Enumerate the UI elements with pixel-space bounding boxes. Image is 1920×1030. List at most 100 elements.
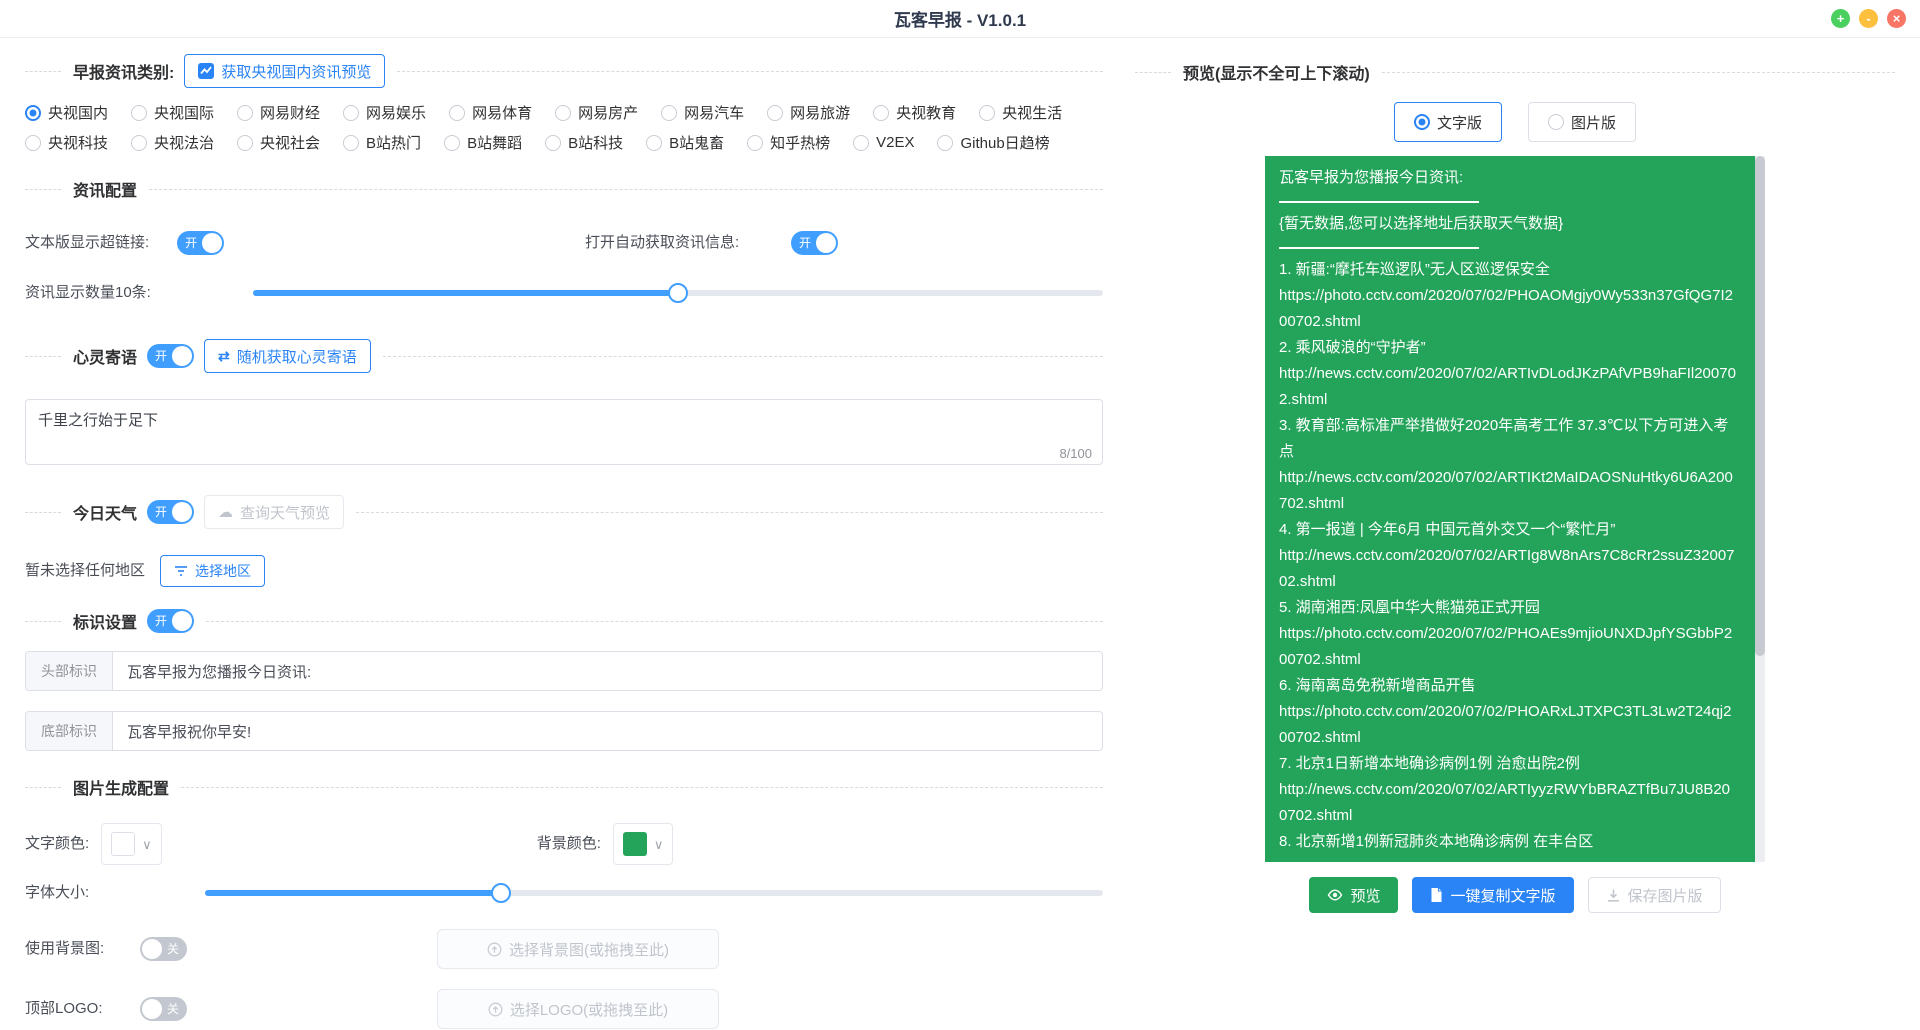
select-logo-button: 选择LOGO(或拖拽至此) (437, 989, 719, 1029)
category-option-label: 网易汽车 (684, 102, 744, 123)
category-option-央视法治[interactable]: 央视法治 (131, 132, 214, 153)
toggle-on-text: 开 (799, 236, 811, 250)
divider-line (1382, 72, 1895, 73)
category-option-B站鬼畜[interactable]: B站鬼畜 (646, 132, 724, 153)
window-minimize-button[interactable]: - (1859, 9, 1878, 28)
hyperlink-toggle[interactable]: 开 (177, 231, 224, 255)
category-option-央视生活[interactable]: 央视生活 (979, 102, 1062, 123)
preview-text-lines: 瓦客早报为您播报今日资讯:{暂无数据,您可以选择地址后获取天气数据}1. 新疆:… (1279, 165, 1737, 855)
font-size-slider-handle[interactable] (491, 883, 511, 903)
footer-mark-label: 底部标识 (26, 712, 113, 750)
autofetch-toggle[interactable]: 开 (791, 231, 838, 255)
weather-toggle[interactable]: 开 (147, 500, 194, 524)
select-region-button[interactable]: 选择地区 (160, 555, 265, 587)
random-soul-button[interactable]: 随机获取心灵寄语 (204, 339, 371, 373)
soul-toggle[interactable]: 开 (147, 344, 194, 368)
text-color-label: 文字颜色: (25, 832, 89, 856)
tab-image-version[interactable]: 图片版 (1528, 102, 1636, 142)
titlebar: 瓦客早报 - V1.0.1 + - × (0, 0, 1920, 38)
preview-scrollbar-thumb[interactable] (1755, 156, 1765, 656)
category-option-网易体育[interactable]: 网易体育 (449, 102, 532, 123)
category-option-B站舞蹈[interactable]: B站舞蹈 (444, 132, 522, 153)
category-option-网易旅游[interactable]: 网易旅游 (767, 102, 850, 123)
font-size-slider[interactable] (205, 890, 1103, 896)
fetch-news-button[interactable]: 获取央视国内资讯预览 (184, 54, 385, 88)
select-bg-image-button: 选择背景图(或拖拽至此) (437, 929, 719, 969)
download-icon (1606, 888, 1621, 903)
window-close-button[interactable]: × (1887, 9, 1906, 28)
footer-mark-field: 底部标识 瓦客早报祝你早安! (25, 711, 1103, 751)
footer-mark-input[interactable]: 瓦客早报祝你早安! (113, 712, 1102, 750)
news-count-slider-handle[interactable] (668, 283, 688, 303)
category-option-央视科技[interactable]: 央视科技 (25, 132, 108, 153)
use-bg-toggle[interactable]: 关 (140, 937, 187, 961)
text-color-swatch (111, 832, 135, 856)
category-option-央视国际[interactable]: 央视国际 (131, 102, 214, 123)
category-section-title: 早报资讯类别: (73, 59, 174, 83)
select-bg-image-button-label: 选择背景图(或拖拽至此) (509, 939, 669, 960)
preview-line: {暂无数据,您可以选择地址后获取天气数据} (1279, 211, 1737, 237)
toggle-on-text: 开 (155, 505, 167, 519)
radio-icon (131, 135, 147, 151)
category-option-央视国内[interactable]: 央视国内 (25, 102, 108, 123)
top-logo-toggle[interactable]: 关 (140, 997, 187, 1021)
bg-color-picker[interactable] (613, 823, 674, 865)
divider-line (149, 189, 1103, 190)
divider-line (356, 512, 1103, 513)
radio-icon (873, 105, 889, 121)
category-option-V2EX[interactable]: V2EX (853, 134, 914, 151)
top-logo-label: 顶部LOGO: (25, 997, 140, 1021)
tab-text-version[interactable]: 文字版 (1394, 102, 1502, 142)
marks-toggle[interactable]: 开 (147, 609, 194, 633)
category-option-网易房产[interactable]: 网易房产 (555, 102, 638, 123)
category-option-央视教育[interactable]: 央视教育 (873, 102, 956, 123)
app-window: 瓦客早报 - V1.0.1 + - × 早报资讯类别: 获取央视国内资讯预览 (0, 0, 1920, 1029)
text-color-picker[interactable] (101, 823, 162, 865)
category-option-B站热门[interactable]: B站热门 (343, 132, 421, 153)
radio-icon (131, 105, 147, 121)
autofetch-toggle-label: 打开自动获取资讯信息: (585, 231, 775, 255)
preview-scrollbar-track[interactable] (1755, 156, 1765, 862)
category-option-Github日趋榜[interactable]: Github日趋榜 (937, 132, 1049, 153)
radio-icon (449, 105, 465, 121)
preview-line: https://photo.cctv.com/2020/07/02/PHOAOM… (1279, 283, 1737, 335)
toggle-knob (142, 999, 162, 1019)
category-option-网易娱乐[interactable]: 网易娱乐 (343, 102, 426, 123)
use-bg-label: 使用背景图: (25, 937, 140, 961)
radio-icon (747, 135, 763, 151)
divider-line (1135, 72, 1171, 73)
category-option-label: B站舞蹈 (467, 132, 522, 153)
soul-message-text: 千里之行始于足下 (38, 409, 1090, 430)
category-option-网易财经[interactable]: 网易财经 (237, 102, 320, 123)
category-option-label: Github日趋榜 (960, 132, 1049, 153)
copy-text-button[interactable]: 一键复制文字版 (1412, 877, 1573, 913)
category-option-知乎热榜[interactable]: 知乎热榜 (747, 132, 830, 153)
shuffle-icon (218, 348, 230, 365)
header-mark-input[interactable]: 瓦客早报为您播报今日资讯: (113, 652, 1102, 690)
window-add-button[interactable]: + (1831, 9, 1850, 28)
category-option-网易汽车[interactable]: 网易汽车 (661, 102, 744, 123)
category-option-B站科技[interactable]: B站科技 (545, 132, 623, 153)
category-option-央视社会[interactable]: 央视社会 (237, 132, 320, 153)
toggle-knob (142, 939, 162, 959)
preview-panel: 预览(显示不全可上下滚动) 文字版 图片版 瓦客早报为您播报今日资讯:{暂无数据… (1135, 38, 1895, 1029)
radio-icon (661, 105, 677, 121)
preview-line: 5. 湖南湘西:凤凰中华大熊猫苑正式开园 (1279, 595, 1737, 621)
radio-icon (237, 135, 253, 151)
bg-color-swatch (623, 832, 647, 856)
soul-message-input[interactable]: 千里之行始于足下 8/100 (25, 399, 1103, 465)
divider-line (25, 512, 61, 513)
category-option-label: 知乎热榜 (770, 132, 830, 153)
section-news-config-divider: 资讯配置 (25, 177, 1103, 201)
category-option-label: 网易体育 (472, 102, 532, 123)
config-panel: 早报资讯类别: 获取央视国内资讯预览 央视国内 央视国际 网易财经 网易娱乐 网易体育 网… (25, 38, 1103, 1029)
news-count-slider[interactable] (253, 290, 1103, 296)
preview-line: https://photo.cctv.com/2020/07/02/PHOAEs… (1279, 621, 1737, 673)
toggle-on-text: 开 (185, 236, 197, 250)
random-soul-button-label: 随机获取心灵寄语 (237, 346, 357, 367)
category-row-2: 央视科技 央视法治 央视社会 B站热门 B站舞蹈 B站科技 B站鬼畜 知乎热榜 V2EX Gith… (25, 132, 1103, 153)
radio-icon (1414, 114, 1430, 130)
preview-content[interactable]: 瓦客早报为您播报今日资讯:{暂无数据,您可以选择地址后获取天气数据}1. 新疆:… (1265, 156, 1765, 862)
preview-actions: 预览 一键复制文字版 保存图片版 (1135, 877, 1895, 913)
preview-button[interactable]: 预览 (1309, 877, 1398, 913)
